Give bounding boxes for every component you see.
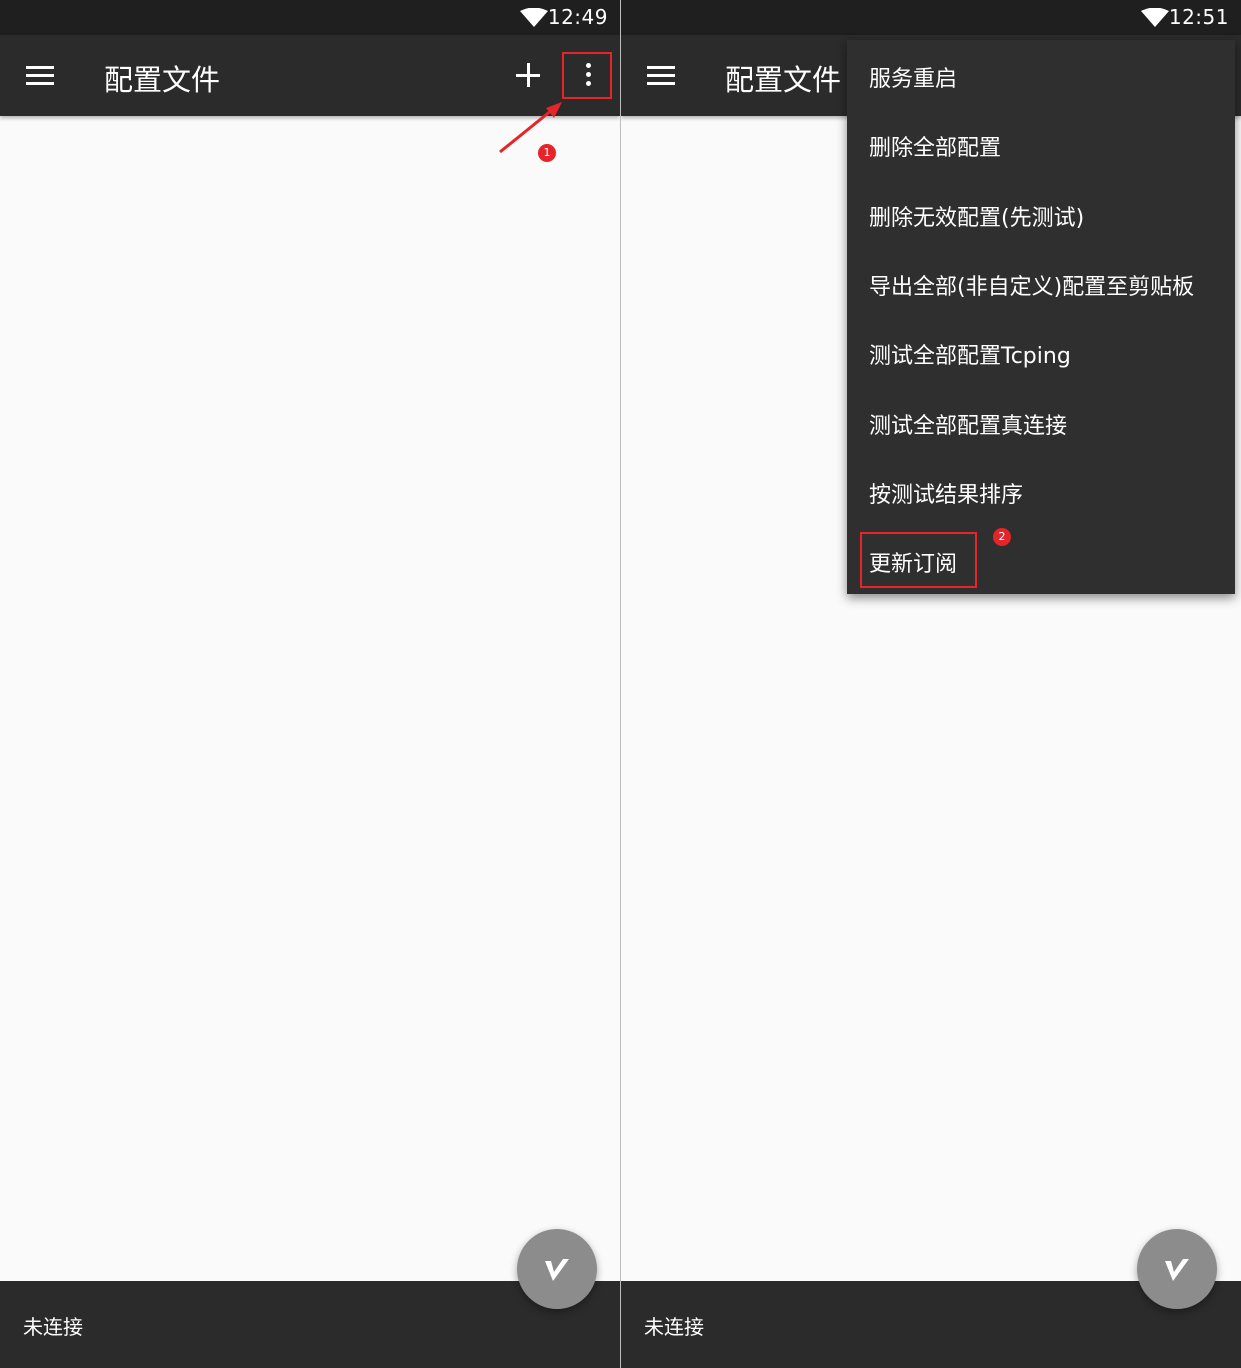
status-bar: 12:51 (621, 0, 1241, 35)
v-logo-icon (545, 1259, 569, 1281)
annotation-arrow (499, 102, 562, 154)
right-screen: 12:51 配置文件 服务重启 删除全部配置 删除无效配置(先测试) 导出全部(… (621, 0, 1241, 1368)
highlight-box-update (860, 532, 977, 588)
overflow-menu: 服务重启 删除全部配置 删除无效配置(先测试) 导出全部(非自定义)配置至剪贴板… (847, 40, 1235, 594)
menu-item-export-clipboard[interactable]: 导出全部(非自定义)配置至剪贴板 (847, 248, 1235, 317)
highlight-box-more (562, 52, 612, 99)
connect-fab[interactable] (1137, 1229, 1217, 1309)
menu-icon[interactable] (647, 63, 677, 87)
menu-item-restart-service[interactable]: 服务重启 (847, 40, 1235, 109)
step-badge: 2 (993, 528, 1011, 546)
menu-item-delete-invalid[interactable]: 删除无效配置(先测试) (847, 179, 1235, 248)
step-badge: 1 (538, 144, 556, 162)
v-logo-icon (1165, 1259, 1189, 1281)
page-title: 配置文件 (725, 63, 842, 97)
status-bar: 12:49 (0, 0, 620, 35)
menu-item-sort-results[interactable]: 按测试结果排序 (847, 456, 1235, 525)
left-screen: 12:49 配置文件 1 未连接 (0, 0, 620, 1368)
menu-item-test-tcping[interactable]: 测试全部配置Tcping (847, 317, 1235, 386)
wifi-icon (1141, 8, 1169, 27)
page-title: 配置文件 (104, 63, 221, 97)
menu-icon[interactable] (26, 63, 56, 87)
menu-item-test-real[interactable]: 测试全部配置真连接 (847, 387, 1235, 456)
status-time: 12:49 (547, 5, 608, 29)
connection-status: 未连接 (644, 1315, 704, 1339)
menu-item-delete-all[interactable]: 删除全部配置 (847, 109, 1235, 178)
connection-status: 未连接 (23, 1315, 83, 1339)
status-time: 12:51 (1168, 5, 1229, 29)
wifi-icon (520, 8, 548, 27)
add-icon[interactable] (514, 61, 542, 89)
connect-fab[interactable] (517, 1229, 597, 1309)
